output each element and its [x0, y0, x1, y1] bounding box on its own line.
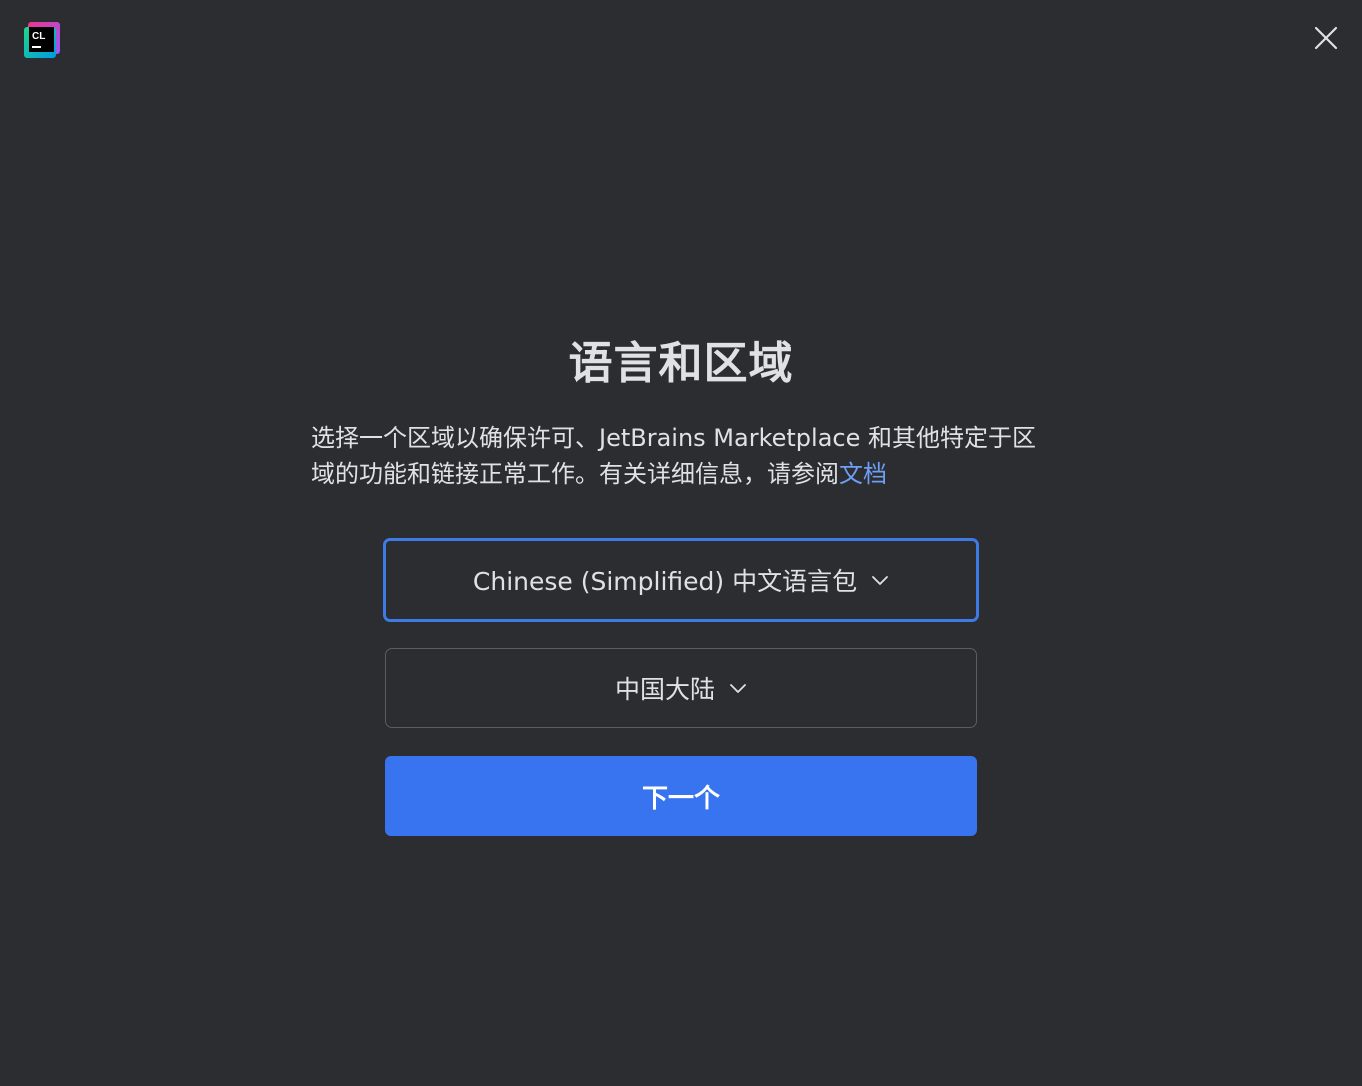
language-select-value: Chinese (Simplified) 中文语言包	[472, 567, 858, 596]
next-button[interactable]: 下一个	[385, 756, 977, 836]
main-content: 语言和区域 选择一个区域以确保许可、JetBrains Marketplace …	[0, 334, 1362, 836]
logo-text: CL	[32, 31, 45, 42]
region-select[interactable]: 中国大陆	[385, 648, 977, 728]
language-select[interactable]: Chinese (Simplified) 中文语言包	[383, 538, 979, 622]
welcome-dialog: CL 语言和区域 选择一个区域以确保许可、JetBrains Marketpla…	[0, 0, 1362, 1086]
description-text: 选择一个区域以确保许可、JetBrains Marketplace 和其他特定于…	[311, 424, 1037, 488]
region-select-value: 中国大陆	[614, 675, 715, 704]
close-icon	[1314, 26, 1338, 50]
page-title: 语言和区域	[568, 338, 794, 389]
documentation-link[interactable]: 文档	[839, 460, 887, 488]
chevron-down-icon	[871, 571, 889, 589]
close-button[interactable]	[1310, 22, 1342, 54]
description: 选择一个区域以确保许可、JetBrains Marketplace 和其他特定于…	[311, 420, 1051, 492]
chevron-down-icon	[729, 679, 747, 697]
clion-logo-icon: CL	[24, 22, 60, 58]
